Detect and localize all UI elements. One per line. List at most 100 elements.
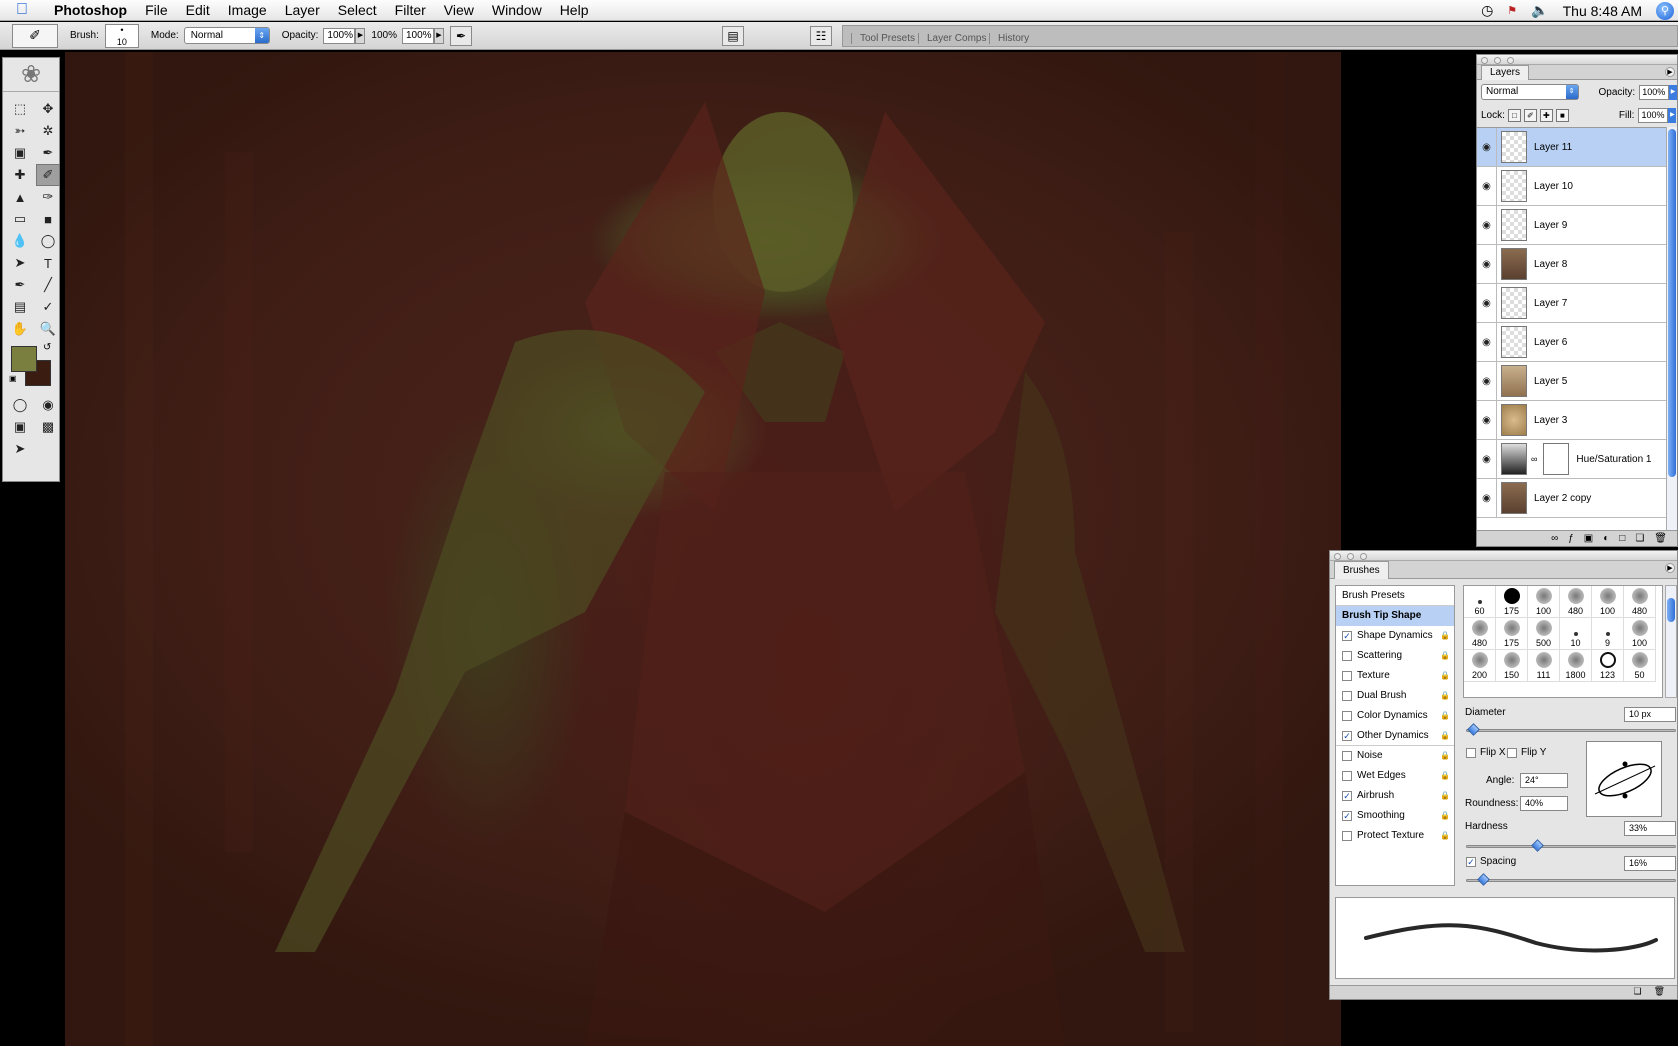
eraser-tool-icon[interactable]: ▭ bbox=[8, 208, 32, 230]
brush-tip[interactable]: 100 bbox=[1592, 586, 1624, 618]
mode-select[interactable]: Normal ⇕ bbox=[183, 27, 270, 44]
checkbox-checked[interactable]: ✓ bbox=[1342, 811, 1352, 821]
checkbox[interactable] bbox=[1342, 751, 1352, 761]
menu-window[interactable]: Window bbox=[483, 0, 551, 21]
angle-roundness-control[interactable] bbox=[1586, 741, 1662, 817]
type-tool-icon[interactable]: T bbox=[36, 252, 60, 274]
hardness-field[interactable]: 33% bbox=[1624, 821, 1676, 836]
brush-option-shape-dynamics[interactable]: ✓ Shape Dynamics 🔒 bbox=[1336, 626, 1454, 646]
brush-option-color-dynamics[interactable]: Color Dynamics 🔒 bbox=[1336, 706, 1454, 726]
eye-icon[interactable]: ◉ bbox=[1477, 205, 1497, 245]
brush-tip[interactable]: 123 bbox=[1592, 650, 1624, 682]
brush-option-wet-edges[interactable]: Wet Edges 🔒 bbox=[1336, 766, 1454, 786]
lock-pixels-icon[interactable]: ✐ bbox=[1523, 108, 1537, 122]
close-icon[interactable] bbox=[1334, 553, 1341, 560]
swap-colors-icon[interactable]: ↺ bbox=[43, 342, 51, 353]
pen-tool-icon[interactable]: ✒ bbox=[8, 274, 32, 296]
tab-history[interactable]: History bbox=[989, 33, 1037, 44]
file-browser-button[interactable]: ☷ bbox=[810, 26, 832, 46]
layer-row[interactable]: ◉ Layer 3 bbox=[1477, 400, 1667, 440]
menu-image[interactable]: Image bbox=[219, 0, 276, 21]
brush-tip[interactable]: 100 bbox=[1528, 586, 1560, 618]
brush-option-airbrush[interactable]: ✓ Airbrush 🔒 bbox=[1336, 786, 1454, 806]
foreground-color-swatch[interactable] bbox=[11, 346, 37, 372]
zoom-icon[interactable] bbox=[1360, 553, 1367, 560]
default-colors-icon[interactable]: ▣ bbox=[9, 374, 17, 383]
layers-scrollbar[interactable] bbox=[1666, 127, 1677, 531]
flow-field[interactable]: 100% bbox=[401, 27, 434, 44]
layer-opacity-field[interactable]: 100% bbox=[1639, 84, 1670, 100]
document-canvas[interactable] bbox=[65, 52, 1341, 1046]
eye-icon[interactable]: ◉ bbox=[1477, 439, 1497, 479]
brush-tip[interactable]: 175 bbox=[1496, 586, 1528, 618]
brush-option-scattering[interactable]: Scattering 🔒 bbox=[1336, 646, 1454, 666]
layer-style-icon[interactable]: ƒ bbox=[1568, 533, 1574, 544]
lock-icon[interactable]: 🔒 bbox=[1440, 826, 1450, 846]
menu-filter[interactable]: Filter bbox=[386, 0, 435, 21]
brush-tip[interactable]: 200 bbox=[1464, 650, 1496, 682]
checkbox-checked[interactable]: ✓ bbox=[1342, 631, 1352, 641]
notes-tool-icon[interactable]: ▤ bbox=[8, 296, 32, 318]
checkbox[interactable] bbox=[1342, 771, 1352, 781]
flip-x-checkbox[interactable] bbox=[1466, 748, 1476, 758]
palette-titlebar[interactable] bbox=[1330, 551, 1677, 561]
brush-tip-shape-item[interactable]: Brush Tip Shape bbox=[1336, 606, 1454, 626]
brush-option-noise[interactable]: Noise 🔒 bbox=[1336, 746, 1454, 766]
brush-tip[interactable]: 150 bbox=[1496, 650, 1528, 682]
time-machine-icon[interactable]: ◷ bbox=[1481, 2, 1493, 19]
brush-tip[interactable]: 1800 bbox=[1560, 650, 1592, 682]
healing-brush-tool-icon[interactable]: ✚ bbox=[8, 164, 32, 186]
airbrush-toggle[interactable]: ✒ bbox=[449, 25, 472, 46]
lock-icon[interactable]: 🔒 bbox=[1440, 726, 1450, 746]
brush-tip[interactable]: 175 bbox=[1496, 618, 1528, 650]
new-brush-icon[interactable]: ❏ bbox=[1633, 986, 1641, 999]
add-mask-icon[interactable]: ▣ bbox=[1584, 533, 1593, 544]
trash-icon[interactable]: 🗑 bbox=[1654, 986, 1665, 999]
eye-icon[interactable]: ◉ bbox=[1477, 244, 1497, 284]
brush-tip[interactable]: 480 bbox=[1560, 586, 1592, 618]
brush-picker[interactable]: • 10 bbox=[104, 23, 139, 48]
checkbox-checked[interactable]: ✓ bbox=[1342, 791, 1352, 801]
scroll-thumb[interactable] bbox=[1668, 129, 1676, 477]
fill-arrow-icon[interactable]: ▶ bbox=[1668, 107, 1677, 123]
brush-tool-icon[interactable]: ✐ bbox=[36, 164, 60, 186]
marquee-tool-icon[interactable]: ⬚ bbox=[8, 98, 32, 120]
checkbox[interactable] bbox=[1342, 691, 1352, 701]
tool-preset-picker[interactable]: ✐ bbox=[12, 23, 58, 48]
volume-icon[interactable]: 🔈 bbox=[1531, 2, 1548, 19]
zoom-tool-icon[interactable]: 🔍 bbox=[36, 318, 60, 340]
brush-tip[interactable]: 10 bbox=[1560, 618, 1592, 650]
screen-mode-standard-icon[interactable]: ▣ bbox=[8, 416, 32, 438]
lock-all-icon[interactable]: ■ bbox=[1555, 108, 1569, 122]
move-tool-icon[interactable]: ✥ bbox=[36, 98, 60, 120]
menu-file[interactable]: File bbox=[136, 0, 177, 21]
layer-row[interactable]: ◉ Layer 7 bbox=[1477, 283, 1667, 323]
hardness-slider[interactable] bbox=[1466, 839, 1676, 852]
layer-row[interactable]: ◉ ∞ Hue/Saturation 1 bbox=[1477, 439, 1667, 479]
slider-knob[interactable] bbox=[1531, 839, 1544, 852]
tab-layer-comps[interactable]: Layer Comps bbox=[918, 33, 994, 44]
brush-option-smoothing[interactable]: ✓ Smoothing 🔒 bbox=[1336, 806, 1454, 826]
path-selection-tool-icon[interactable]: ➤ bbox=[8, 252, 32, 274]
flip-y-checkbox[interactable] bbox=[1507, 748, 1517, 758]
lasso-tool-icon[interactable]: ➳ bbox=[8, 120, 32, 142]
screen-mode-full-icon[interactable]: ▩ bbox=[36, 416, 60, 438]
lock-icon[interactable]: 🔒 bbox=[1440, 766, 1450, 786]
layer-row[interactable]: ◉ Layer 9 bbox=[1477, 205, 1667, 245]
eye-icon[interactable]: ◉ bbox=[1477, 283, 1497, 323]
eye-icon[interactable]: ◉ bbox=[1477, 478, 1497, 518]
opacity-field[interactable]: 100% bbox=[323, 27, 356, 44]
diameter-field[interactable]: 10 px bbox=[1624, 707, 1676, 722]
roundness-field[interactable]: 40% bbox=[1520, 796, 1568, 811]
tab-tool-presets[interactable]: Tool Presets bbox=[851, 33, 923, 44]
lock-icon[interactable]: 🔒 bbox=[1440, 746, 1450, 766]
eye-icon[interactable]: ◉ bbox=[1477, 166, 1497, 206]
adjustment-layer-icon[interactable]: ◐ bbox=[1603, 533, 1609, 544]
tab-layers[interactable]: Layers bbox=[1481, 65, 1530, 80]
checkbox-checked[interactable]: ✓ bbox=[1342, 730, 1352, 741]
menu-select[interactable]: Select bbox=[329, 0, 386, 21]
menu-layer[interactable]: Layer bbox=[276, 0, 329, 21]
zoom-icon[interactable] bbox=[1507, 57, 1514, 64]
magic-wand-tool-icon[interactable]: ✲ bbox=[36, 120, 60, 142]
checkbox[interactable] bbox=[1342, 671, 1352, 681]
